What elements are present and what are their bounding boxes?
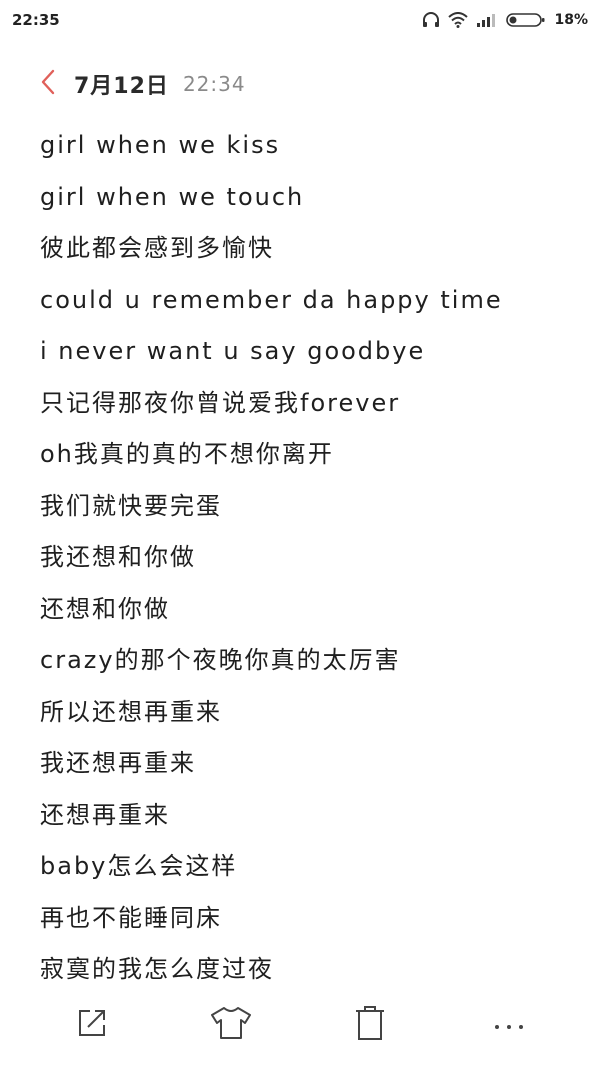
note-screen: 22:35 18% 7月12日 22:34 girl when we kiss … bbox=[0, 0, 600, 1067]
status-time: 22:35 bbox=[12, 11, 60, 29]
delete-button[interactable] bbox=[340, 995, 400, 1055]
theme-shirt-icon bbox=[210, 1006, 252, 1044]
back-button[interactable] bbox=[28, 62, 68, 106]
note-line: girl when we kiss bbox=[40, 131, 281, 159]
note-date: 7月12日 bbox=[74, 74, 169, 99]
battery-percent: 18% bbox=[554, 12, 588, 28]
bottom-toolbar bbox=[0, 990, 600, 1060]
note-line: 还想和你做 bbox=[40, 594, 170, 623]
share-button[interactable] bbox=[62, 995, 122, 1055]
note-header: 7月12日 22:34 bbox=[0, 60, 600, 108]
note-line: 再也不能睡同床 bbox=[40, 903, 222, 932]
chevron-left-icon bbox=[40, 69, 56, 99]
note-line: 我还想和你做 bbox=[40, 543, 196, 571]
note-line: could u remember da happy time bbox=[40, 285, 503, 314]
note-line: 寂寞的我怎么度过夜 bbox=[40, 955, 274, 983]
note-line: 彼此都会感到多愉快 bbox=[40, 234, 274, 262]
delete-icon bbox=[354, 1005, 386, 1045]
note-line: oh我真的真的不想你离开 bbox=[40, 440, 334, 468]
headphones-icon bbox=[422, 12, 440, 28]
battery-icon bbox=[506, 12, 546, 28]
signal-icon bbox=[476, 12, 498, 28]
note-line: 我们就快要完蛋 bbox=[40, 491, 222, 520]
more-icon bbox=[493, 1016, 525, 1035]
wifi-icon bbox=[448, 12, 469, 28]
note-line: crazy的那个夜晚你真的太厉害 bbox=[40, 646, 401, 674]
theme-button[interactable] bbox=[201, 995, 261, 1055]
note-line: baby怎么会这样 bbox=[40, 852, 238, 880]
status-bar: 22:35 18% bbox=[0, 0, 600, 40]
more-button[interactable] bbox=[479, 995, 539, 1055]
note-line: 还想再重来 bbox=[40, 800, 170, 829]
note-line: girl when we touch bbox=[40, 182, 305, 211]
note-line: i never want u say goodbye bbox=[40, 337, 426, 365]
status-icons: 18% bbox=[422, 12, 588, 28]
note-content[interactable]: girl when we kiss girl when we touch 彼此都… bbox=[40, 120, 580, 996]
note-line: 只记得那夜你曾说爱我forever bbox=[40, 388, 401, 417]
note-line: 所以还想再重来 bbox=[40, 697, 222, 726]
note-line: 我还想再重来 bbox=[40, 749, 196, 777]
share-icon bbox=[76, 1007, 108, 1043]
note-time: 22:34 bbox=[182, 72, 246, 96]
